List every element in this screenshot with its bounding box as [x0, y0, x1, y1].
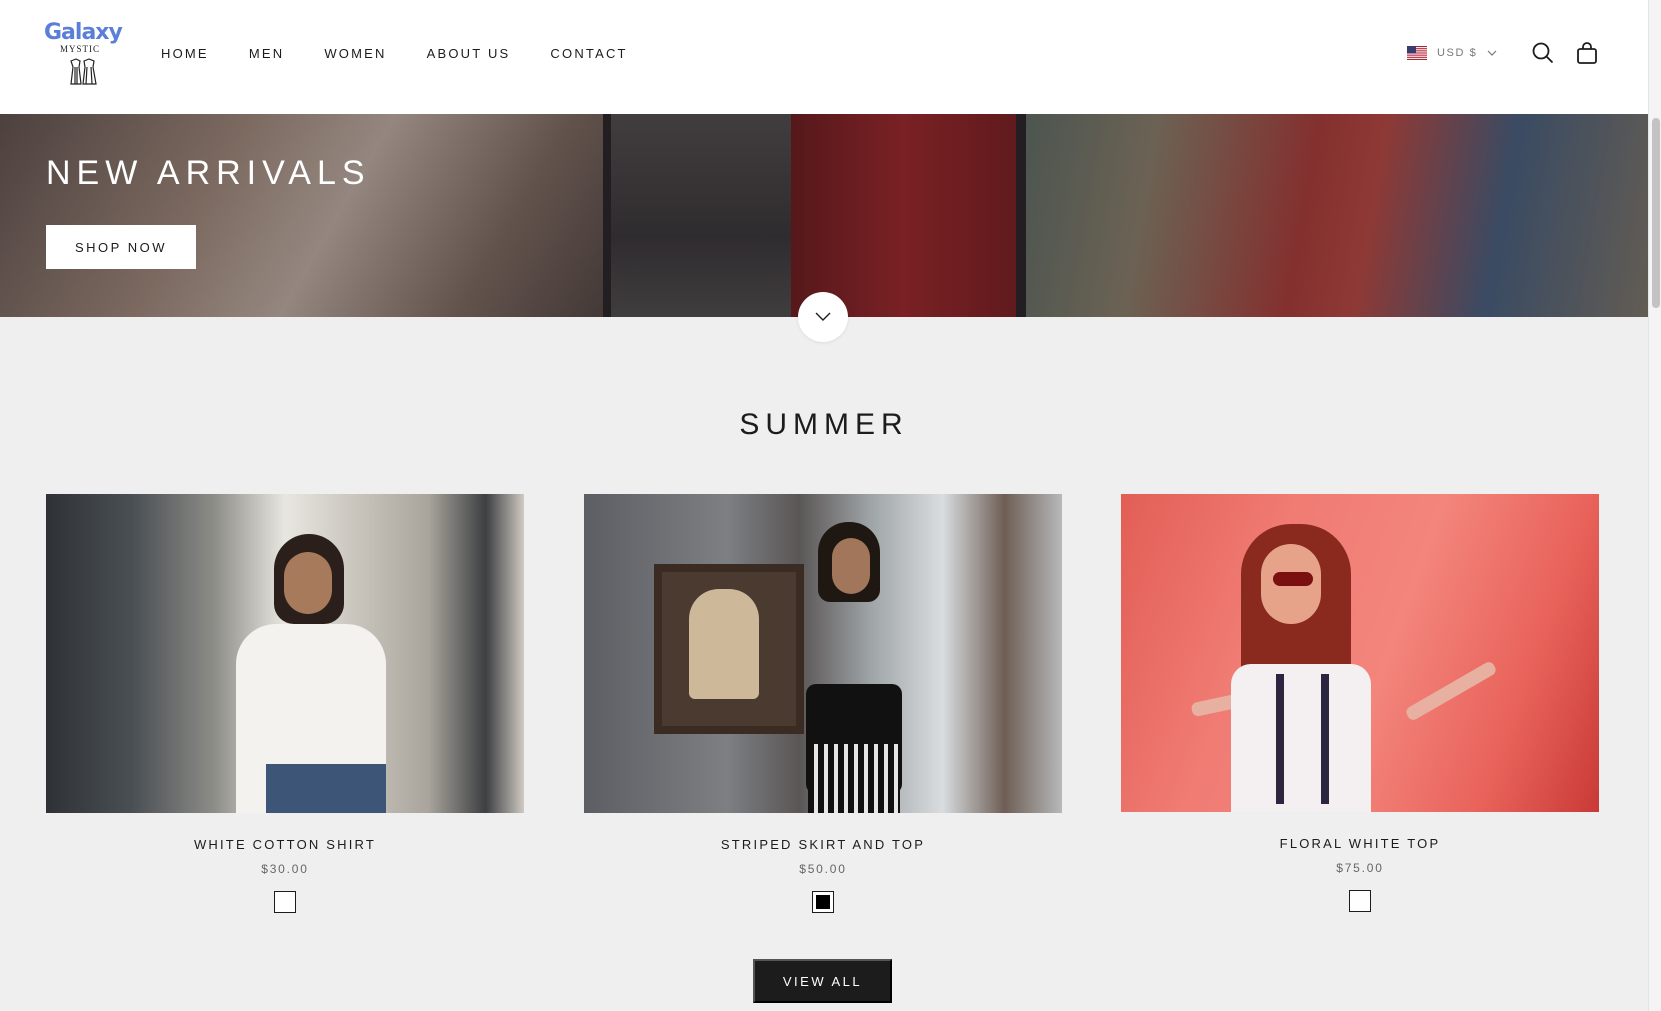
product-card[interactable]: STRIPED SKIRT AND TOP $50.00: [584, 494, 1062, 913]
nav-men[interactable]: MEN: [249, 46, 285, 61]
product-image[interactable]: [584, 494, 1062, 813]
nav-home[interactable]: HOME: [161, 46, 209, 61]
product-name[interactable]: STRIPED SKIRT AND TOP: [584, 837, 1062, 852]
site-header: Galaxy MYSTIC HOME MEN WOMEN ABOUT US CO…: [0, 0, 1648, 114]
product-card[interactable]: WHITE COTTON SHIRT $30.00: [46, 494, 524, 913]
color-swatch[interactable]: [274, 891, 296, 913]
product-image[interactable]: [1121, 494, 1599, 812]
page-scrollbar[interactable]: [1648, 0, 1661, 1011]
brand-name-galaxy: Galaxy: [44, 20, 123, 45]
color-swatch[interactable]: [812, 891, 834, 913]
color-swatch[interactable]: [1349, 890, 1371, 912]
nav-women[interactable]: WOMEN: [324, 46, 386, 61]
scroll-down-button[interactable]: [798, 292, 848, 342]
hero-banner: NEW ARRIVALS SHOP NOW: [0, 114, 1648, 317]
product-price: $30.00: [261, 862, 309, 876]
chevron-down-icon: [1487, 50, 1497, 56]
collection-title: SUMMER: [739, 408, 909, 441]
view-all-button[interactable]: VIEW ALL: [753, 959, 892, 1003]
product-image[interactable]: [46, 494, 524, 813]
shopping-bag-icon[interactable]: [1576, 42, 1598, 64]
swatch-color-black: [816, 895, 830, 909]
hero-title: NEW ARRIVALS: [46, 154, 371, 192]
shop-now-button[interactable]: SHOP NOW: [46, 225, 196, 269]
brand-logo[interactable]: Galaxy MYSTIC: [44, 22, 124, 92]
search-icon[interactable]: [1532, 42, 1554, 64]
clothing-hanger-icon: [70, 58, 97, 85]
product-price: $75.00: [1336, 861, 1384, 875]
nav-contact[interactable]: CONTACT: [550, 46, 627, 61]
hero-overlay: [0, 114, 1648, 317]
main-nav: HOME MEN WOMEN ABOUT US CONTACT: [161, 46, 668, 61]
product-card[interactable]: FLORAL WHITE TOP $75.00: [1121, 494, 1599, 912]
brand-name-mystic: MYSTIC: [60, 44, 101, 54]
swatch-color-white: [278, 895, 292, 909]
product-name[interactable]: WHITE COTTON SHIRT: [46, 837, 524, 852]
chevron-down-icon: [815, 312, 831, 321]
swatch-color-white: [1353, 894, 1367, 908]
nav-about-us[interactable]: ABOUT US: [427, 46, 511, 61]
product-name[interactable]: FLORAL WHITE TOP: [1121, 836, 1599, 851]
product-price: $50.00: [799, 862, 847, 876]
currency-selector[interactable]: USD $: [1407, 46, 1497, 60]
us-flag-icon: [1407, 46, 1427, 60]
currency-label: USD $: [1437, 47, 1478, 59]
scrollbar-thumb[interactable]: [1652, 118, 1660, 308]
